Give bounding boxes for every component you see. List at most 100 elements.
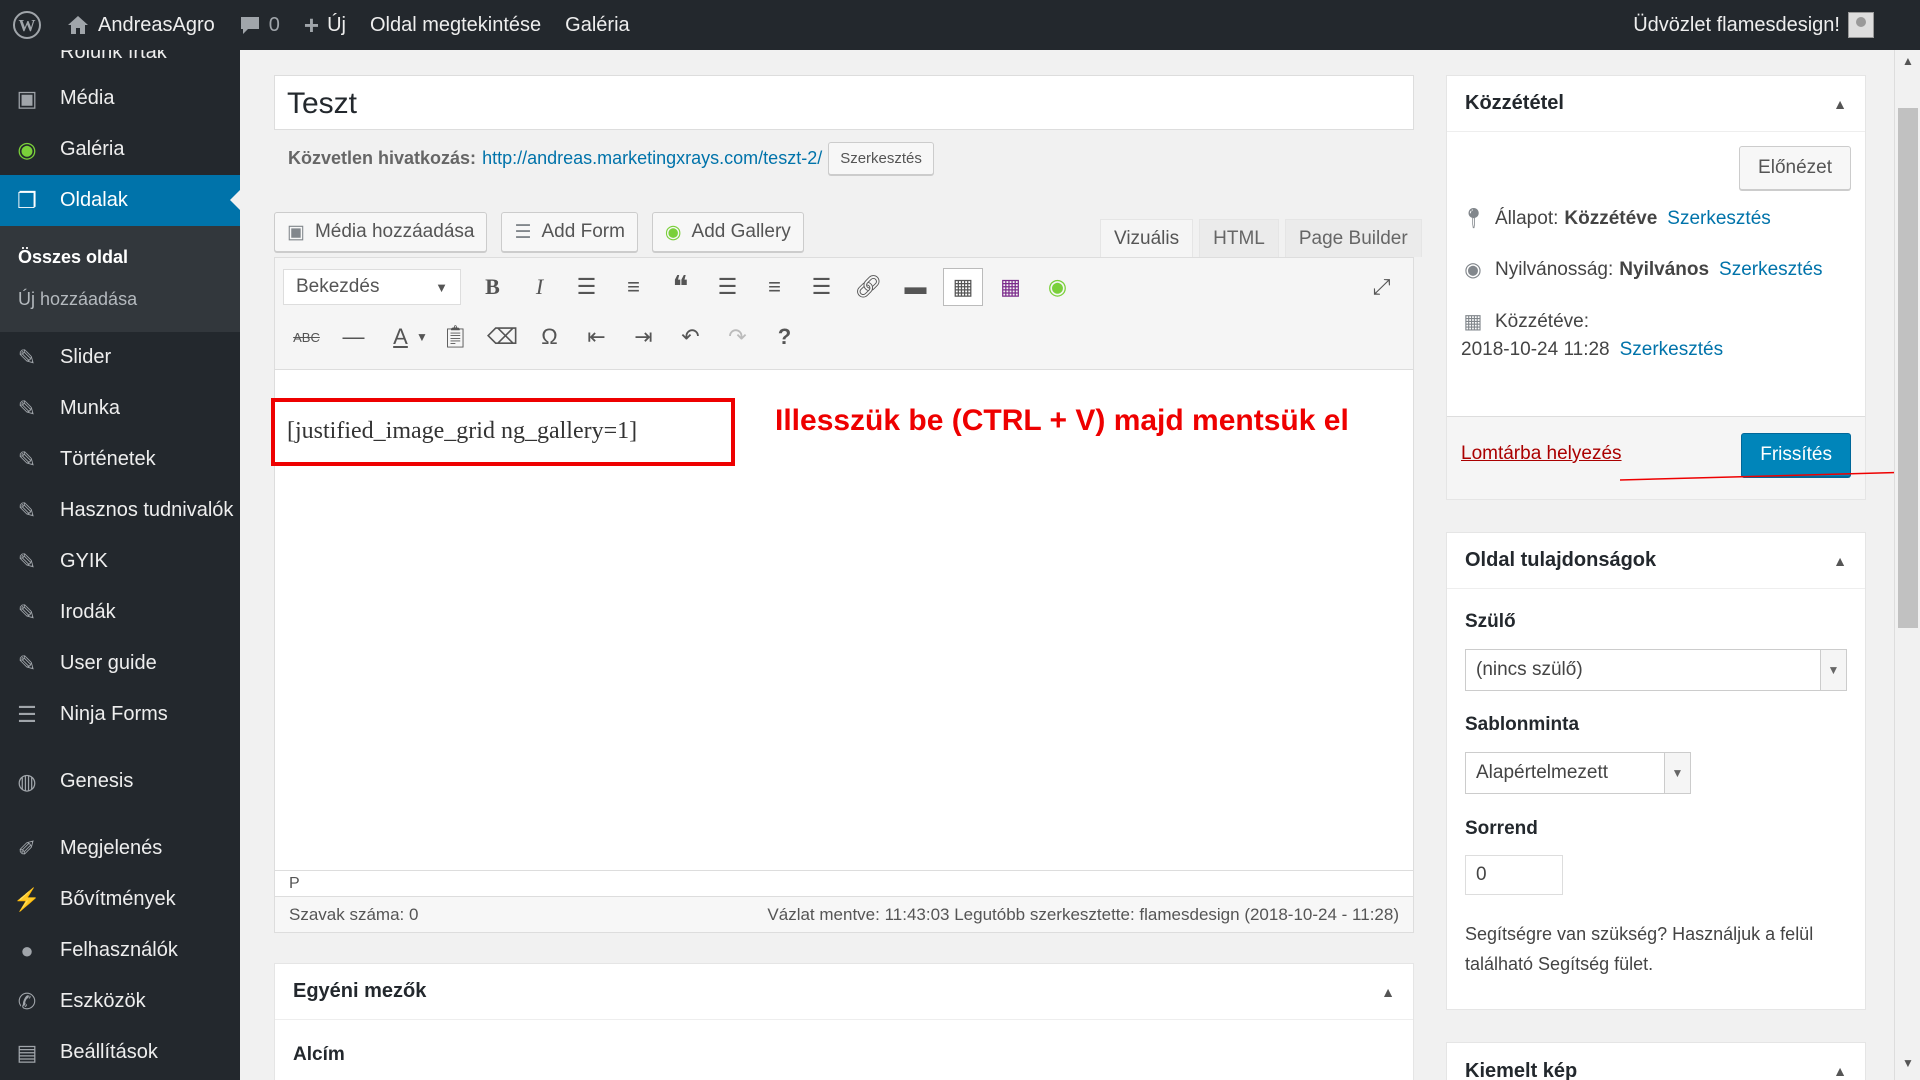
scroll-up-icon[interactable]: ▲ [1895, 54, 1920, 74]
add-media-button[interactable]: ▣ Média hozzáadása [274, 212, 488, 252]
collapse-arrow-icon[interactable]: ▲ [1833, 96, 1847, 112]
permalink-url[interactable]: http://andreas.marketingxrays.com/teszt-… [482, 148, 822, 169]
status-edit-link[interactable]: Szerkesztés [1667, 208, 1770, 230]
view-page-link[interactable]: Oldal megtekintése [358, 0, 553, 50]
gallery-icon[interactable]: ◉ [1034, 268, 1081, 306]
submenu-all-pages[interactable]: Összes oldal [0, 236, 240, 278]
word-count: Szavak száma: 0 [289, 904, 419, 924]
permalink-edit-button[interactable]: Szerkesztés [828, 142, 934, 175]
sidebar-item-tortenetek[interactable]: ✎ Történetek [0, 434, 240, 485]
comments-menu[interactable]: 0 [227, 0, 292, 50]
submenu-add-new[interactable]: Új hozzáadása [0, 278, 240, 320]
sidebar-item-slider[interactable]: ✎ Slider [0, 332, 240, 383]
sidebar-item-pages[interactable]: ❐ Oldalak [0, 175, 240, 226]
special-char-icon[interactable]: Ω [526, 318, 573, 356]
greeting: Üdvözlet flamesdesign! [1633, 13, 1840, 36]
collapse-arrow-icon[interactable]: ▲ [1833, 553, 1847, 569]
italic-icon[interactable]: I [516, 268, 563, 306]
template-select[interactable]: Alapértelmezett ▼ [1465, 752, 1691, 794]
permalink-label: Közvetlen hivatkozás: [288, 148, 477, 168]
help-text: Segítségre van szükség? Használjuk a fel… [1465, 924, 1814, 974]
tab-visual[interactable]: Vizuális [1100, 219, 1194, 257]
featured-image-header[interactable]: Kiemelt kép ▲ [1447, 1043, 1865, 1080]
table-icon[interactable]: ▦ [987, 268, 1034, 306]
post-title-input[interactable]: Teszt [274, 75, 1414, 130]
sidebar-item-plugins[interactable]: ⚡ Bővítmények [0, 874, 240, 925]
sidebar-item-irodak[interactable]: ✎ Irodák [0, 587, 240, 638]
sidebar-item-rolunk[interactable]: ❝ Rólunk írták [0, 50, 240, 67]
tab-html[interactable]: HTML [1199, 219, 1279, 257]
sidebar-item-gallery[interactable]: ◉ Galéria [0, 124, 240, 175]
page-attributes-header[interactable]: Oldal tulajdonságok ▲ [1447, 533, 1865, 589]
indent-icon[interactable]: ⇥ [620, 318, 667, 356]
outdent-icon[interactable]: ⇤ [573, 318, 620, 356]
editor-content-area[interactable]: [justified_image_grid ng_gallery=1] Ille… [271, 370, 1413, 840]
horizontal-line-icon[interactable]: — [330, 318, 377, 356]
visibility-edit-link[interactable]: Szerkesztés [1719, 259, 1822, 281]
strikethrough-icon[interactable]: ABC [283, 318, 330, 356]
add-form-button[interactable]: ☰ Add Form [501, 212, 638, 252]
blockquote-icon[interactable]: ❝ [657, 268, 704, 306]
home-icon [68, 16, 88, 34]
sidebar-item-user-guide[interactable]: ✎ User guide [0, 638, 240, 689]
scroll-down-icon[interactable]: ▼ [1895, 1056, 1920, 1076]
paste-text-icon[interactable]: 📋︎ [432, 318, 479, 356]
redo-icon[interactable]: ↷ [714, 318, 761, 356]
new-content-menu[interactable]: + Új [292, 0, 358, 50]
numbered-list-icon[interactable]: ≡ [610, 268, 657, 306]
sidebar-item-settings[interactable]: ▤ Beállítások [0, 1027, 240, 1078]
caret-down-icon[interactable]: ▼ [412, 318, 432, 356]
scrollbar-thumb[interactable] [1898, 108, 1918, 628]
undo-icon[interactable]: ↶ [667, 318, 714, 356]
format-select[interactable]: Bekezdés ▼ [283, 269, 461, 305]
align-center-icon[interactable]: ≡ [751, 268, 798, 306]
gallery-link[interactable]: Galéria [553, 0, 641, 50]
sidebar-item-tools[interactable]: ✆ Eszközök [0, 976, 240, 1027]
wp-logo-menu[interactable]: W [0, 0, 54, 50]
custom-fields-box: Egyéni mezők ▲ Alcím [274, 963, 1414, 1080]
sidebar-item-label: Ninja Forms [60, 703, 168, 725]
sidebar-item-label: Irodák [60, 601, 116, 623]
sidebar-item-genesis[interactable]: ◍ Genesis [0, 756, 240, 807]
align-right-icon[interactable]: ☰ [798, 268, 845, 306]
toolbar-row-1: Bekezdés ▼ B I ☰ ≡ ❝ ☰ ≡ ☰ 🔗︎ ▬ ▦ ▦ ◉ [283, 268, 1081, 306]
add-gallery-button[interactable]: ◉ Add Gallery [651, 212, 804, 252]
read-more-icon[interactable]: ▬ [892, 268, 939, 306]
tab-page-builder[interactable]: Page Builder [1284, 219, 1422, 257]
sidebar-item-appearance[interactable]: ✐ Megjelenés [0, 823, 240, 874]
link-icon[interactable]: 🔗︎ [845, 268, 892, 306]
parent-select[interactable]: (nincs szülő) ▼ [1465, 649, 1847, 691]
bold-icon[interactable]: B [469, 268, 516, 306]
page-scrollbar[interactable]: ▲ ▼ [1894, 50, 1920, 1080]
fullscreen-icon[interactable]: ⤢ [1358, 268, 1405, 306]
collapse-arrow-icon[interactable]: ▲ [1381, 984, 1395, 1000]
status-row: 📍︎ Állapot: Közzétéve Szerkesztés [1461, 206, 1771, 231]
sidebar-item-label: Történetek [60, 448, 156, 470]
help-icon[interactable]: ? [761, 318, 808, 356]
subtitle-label: Alcím [293, 1044, 345, 1065]
custom-fields-header[interactable]: Egyéni mezők ▲ [275, 964, 1413, 1020]
bullet-list-icon[interactable]: ☰ [563, 268, 610, 306]
sidebar-item-users[interactable]: ● Felhasználók [0, 925, 240, 976]
sidebar-item-media[interactable]: ▣ Média [0, 73, 240, 124]
published-edit-link[interactable]: Szerkesztés [1620, 339, 1723, 361]
toolbar-toggle-icon[interactable]: ▦ [943, 268, 983, 306]
sidebar-item-hasznos[interactable]: ✎ Hasznos tudnivalók [0, 485, 240, 536]
trash-link[interactable]: Lomtárba helyezés [1461, 443, 1622, 465]
sidebar-item-gyik[interactable]: ✎ GYIK [0, 536, 240, 587]
site-name-menu[interactable]: AndreasAgro [54, 0, 227, 50]
sidebar-item-munka[interactable]: ✎ Munka [0, 383, 240, 434]
add-gallery-label: Add Gallery [691, 221, 791, 242]
publish-header[interactable]: Közzététel ▲ [1447, 76, 1865, 132]
sidebar-item-ninja-forms[interactable]: ☰ Ninja Forms [0, 689, 240, 740]
align-left-icon[interactable]: ☰ [704, 268, 751, 306]
order-input[interactable]: 0 [1465, 855, 1563, 895]
clear-formatting-icon[interactable]: ⌫ [479, 318, 526, 356]
preview-button[interactable]: Előnézet [1739, 146, 1851, 190]
sidebar-item-label: Oldalak [60, 189, 128, 211]
published-row: ▦ Közzétéve: [1461, 309, 1589, 334]
pin-icon: ✎ [17, 497, 37, 523]
collapse-arrow-icon[interactable]: ▲ [1833, 1063, 1847, 1079]
shortcode-text[interactable]: [justified_image_grid ng_gallery=1] [271, 398, 735, 466]
my-account-menu[interactable]: Üdvözlet flamesdesign! [1621, 0, 1920, 50]
